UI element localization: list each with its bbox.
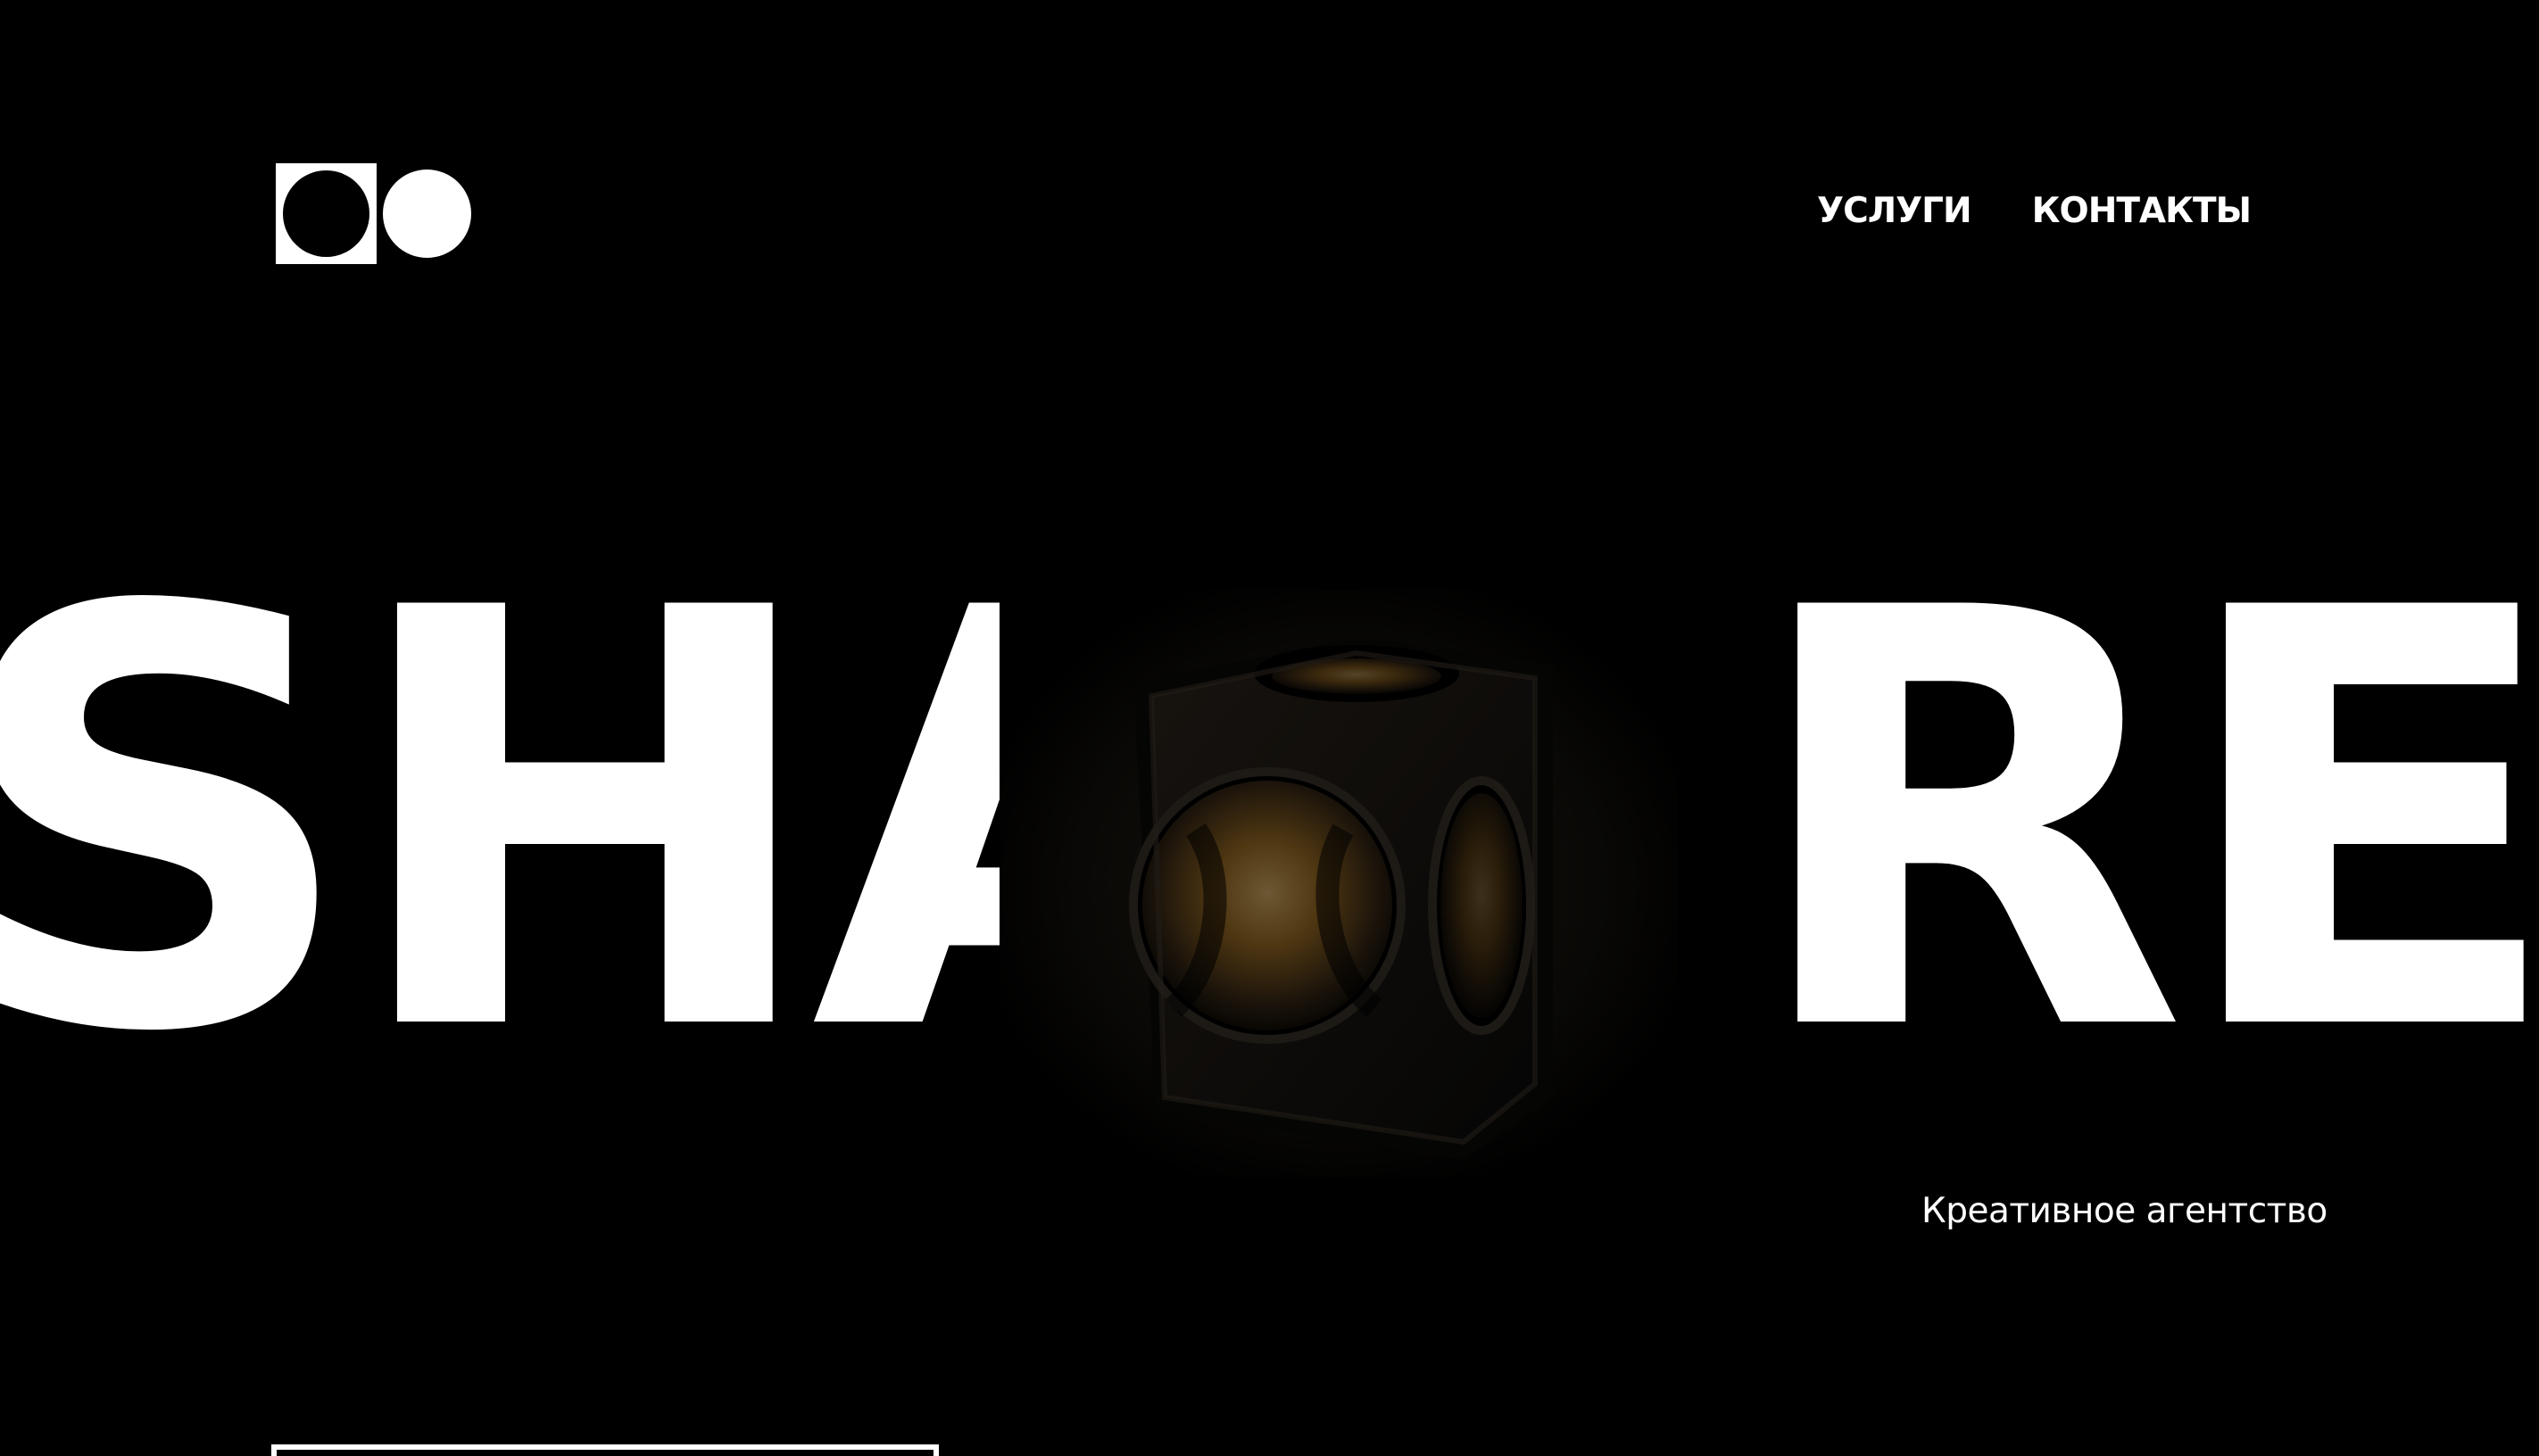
cta-outline[interactable]: [271, 1444, 939, 1456]
main-nav: УСЛУГИ КОНТАКТЫ: [1817, 191, 2252, 231]
nav-services[interactable]: УСЛУГИ: [1817, 191, 1972, 231]
cube-icon: [1000, 589, 1678, 1178]
hero-text-right: RE: [1745, 488, 2539, 1157]
logo[interactable]: [276, 163, 471, 264]
logo-square: [276, 163, 377, 264]
nav-contacts[interactable]: КОНТАКТЫ: [2032, 191, 2252, 231]
tagline: Креативное агентство: [1921, 1191, 2327, 1231]
logo-circle: [383, 170, 471, 258]
